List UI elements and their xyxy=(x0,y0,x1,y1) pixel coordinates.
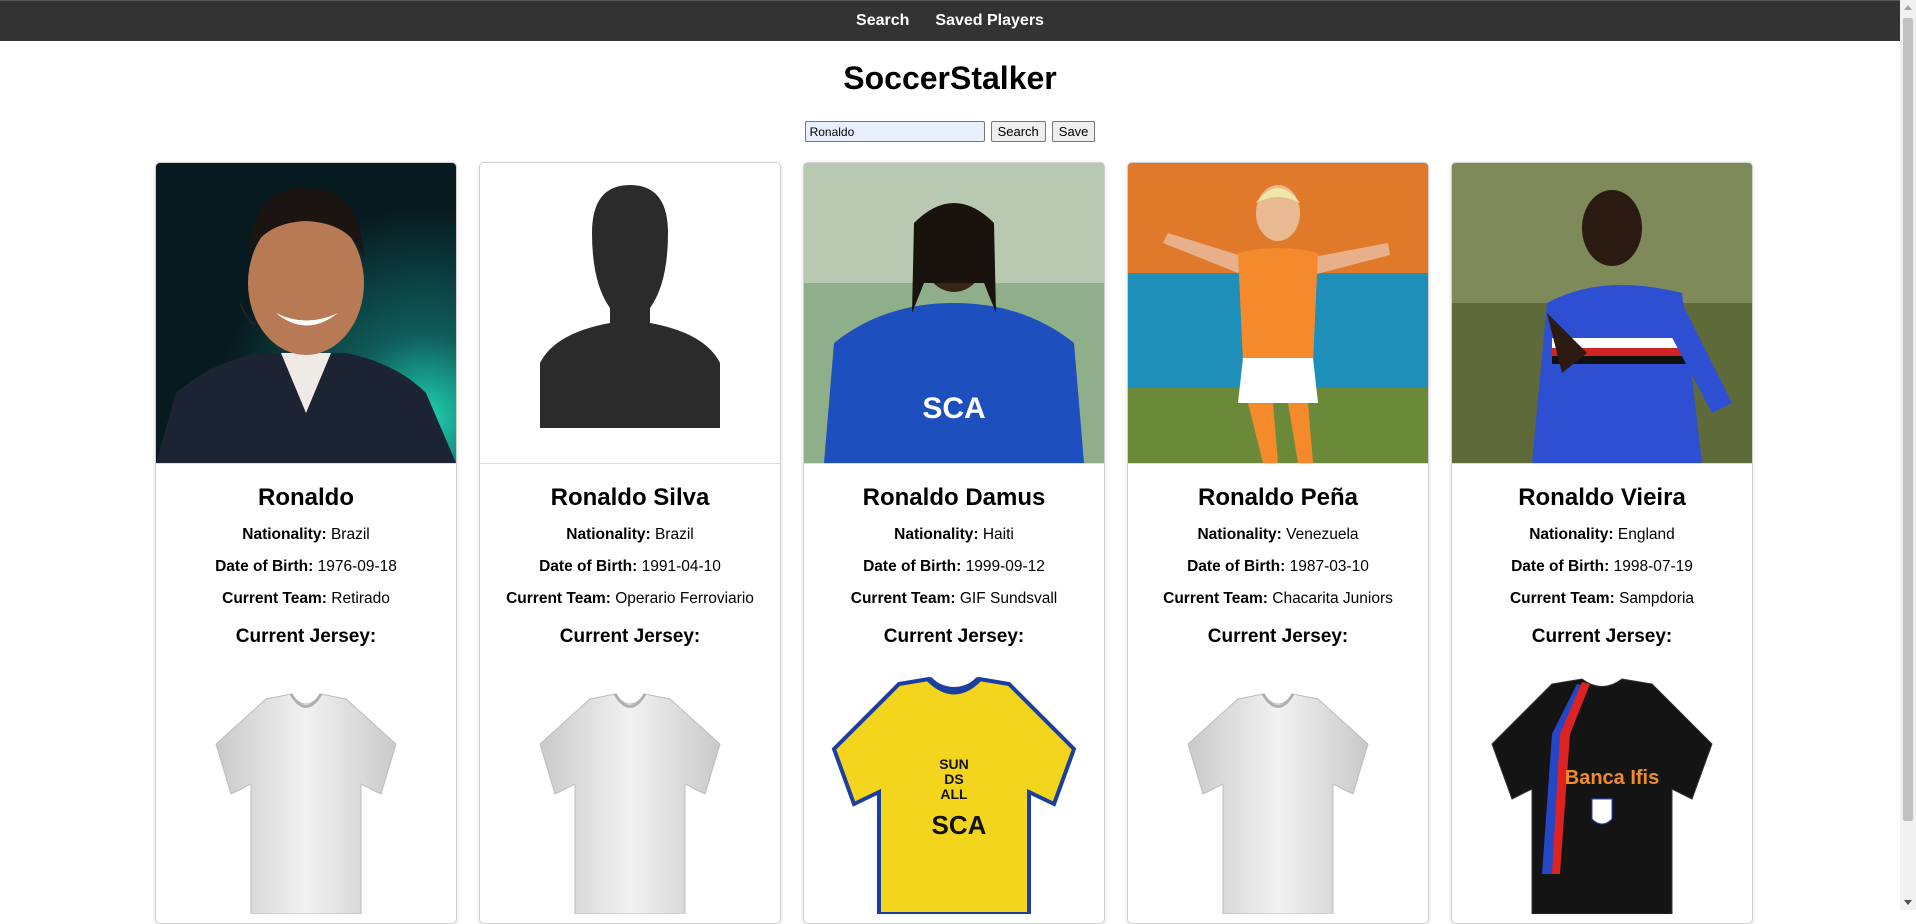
player-photo xyxy=(1128,163,1428,464)
player-card-list: Ronaldo Nationality: Brazil Date of Birt… xyxy=(155,162,1753,924)
team-label: Current Team: xyxy=(506,590,611,607)
player-card: Ronaldo Silva Nationality: Brazil Date o… xyxy=(479,162,781,924)
jersey-text-all: ALL xyxy=(940,786,968,802)
nav-search-link[interactable]: Search xyxy=(856,12,909,30)
nav-saved-players-link[interactable]: Saved Players xyxy=(935,12,1044,30)
nationality-label: Nationality: xyxy=(1529,526,1614,543)
player-card: Ronaldo Vieira Nationality: England Date… xyxy=(1451,162,1753,924)
search-button[interactable]: Search xyxy=(990,121,1046,142)
vertical-scrollbar[interactable] xyxy=(1900,0,1916,910)
nationality-label: Nationality: xyxy=(566,526,651,543)
team-label: Current Team: xyxy=(1163,590,1268,607)
jersey-image: SUN DS ALL SCA xyxy=(804,674,1104,914)
player-nationality: Nationality: Brazil xyxy=(480,526,780,544)
player-dob: Date of Birth: 1987-03-10 xyxy=(1128,558,1428,576)
jersey-text-sca: SCA xyxy=(932,810,987,840)
jersey-heading: Current Jersey: xyxy=(1207,626,1349,647)
dob-label: Date of Birth: xyxy=(863,558,962,575)
player-nationality: Nationality: Haiti xyxy=(804,526,1104,544)
player-nationality: Nationality: Venezuela xyxy=(1128,526,1428,544)
player-photo-placeholder xyxy=(480,163,780,464)
nationality-value: Brazil xyxy=(330,526,370,543)
scroll-down-arrow-icon[interactable] xyxy=(1904,900,1912,905)
jersey-text-sun: SUN xyxy=(939,756,969,772)
jersey-sponsor-text: Banca Ifis xyxy=(1565,767,1659,789)
scrollbar-thumb[interactable] xyxy=(1903,18,1913,821)
player-team: Current Team: Chacarita Juniors xyxy=(1128,590,1428,608)
nationality-value: Venezuela xyxy=(1286,526,1359,543)
dob-label: Date of Birth: xyxy=(215,558,314,575)
dob-value: 1998-07-19 xyxy=(1613,558,1693,575)
dob-label: Date of Birth: xyxy=(539,558,638,575)
player-team: Current Team: Retirado xyxy=(156,590,456,608)
jersey-text-ds: DS xyxy=(944,771,963,787)
team-label: Current Team: xyxy=(222,590,327,607)
player-name: Ronaldo Silva xyxy=(550,484,710,511)
player-dob: Date of Birth: 1991-04-10 xyxy=(480,558,780,576)
nationality-value: England xyxy=(1617,526,1675,543)
player-dob: Date of Birth: 1998-07-19 xyxy=(1452,558,1752,576)
player-card: Ronaldo Nationality: Brazil Date of Birt… xyxy=(155,162,457,924)
nationality-value: Haiti xyxy=(982,526,1014,543)
dob-label: Date of Birth: xyxy=(1511,558,1610,575)
team-label: Current Team: xyxy=(850,590,956,607)
player-nationality: Nationality: England xyxy=(1452,526,1752,544)
dob-value: 1987-03-10 xyxy=(1289,558,1369,575)
team-value: Chacarita Juniors xyxy=(1272,590,1393,607)
nationality-label: Nationality: xyxy=(242,526,327,543)
top-navbar: Search Saved Players xyxy=(0,0,1900,41)
jersey-heading: Current Jersey: xyxy=(235,626,377,647)
player-team: Current Team: Operario Ferroviario xyxy=(480,590,780,608)
team-value: Operario Ferroviario xyxy=(615,590,754,607)
search-input[interactable] xyxy=(804,121,985,142)
player-name: Ronaldo xyxy=(258,484,354,511)
photo-sponsor-text: SCA xyxy=(922,392,985,425)
scroll-up-arrow-icon[interactable] xyxy=(1904,5,1912,10)
dob-value: 1976-09-18 xyxy=(317,558,397,575)
jersey-heading: Current Jersey: xyxy=(1531,626,1673,647)
nationality-label: Nationality: xyxy=(894,526,979,543)
nationality-label: Nationality: xyxy=(1197,526,1282,543)
player-card: SCA Ronaldo Damus Nationality: Haiti Dat… xyxy=(803,162,1105,924)
player-team: Current Team: Sampdoria xyxy=(1452,590,1752,608)
player-photo: SCA xyxy=(804,163,1104,464)
player-name: Ronaldo Peña xyxy=(1197,484,1359,511)
player-photo xyxy=(156,163,456,464)
team-value: GIF Sundsvall xyxy=(959,590,1058,607)
player-dob: Date of Birth: 1976-09-18 xyxy=(156,558,456,576)
jersey-heading: Current Jersey: xyxy=(559,626,701,647)
player-photo xyxy=(1452,163,1752,464)
save-button[interactable]: Save xyxy=(1051,121,1096,142)
player-card: Ronaldo Peña Nationality: Venezuela Date… xyxy=(1127,162,1429,924)
player-name: Ronaldo Damus xyxy=(862,484,1046,511)
jersey-image xyxy=(1128,674,1428,914)
jersey-heading: Current Jersey: xyxy=(883,626,1025,647)
jersey-image xyxy=(156,674,456,914)
team-value: Sampdoria xyxy=(1619,590,1695,607)
dob-label: Date of Birth: xyxy=(1187,558,1286,575)
player-dob: Date of Birth: 1999-09-12 xyxy=(804,558,1104,576)
team-value: Retirado xyxy=(331,590,390,607)
page-title: SoccerStalker xyxy=(843,60,1057,96)
jersey-image xyxy=(480,674,780,914)
dob-value: 1999-09-12 xyxy=(965,558,1045,575)
nationality-value: Brazil xyxy=(654,526,694,543)
player-nationality: Nationality: Brazil xyxy=(156,526,456,544)
player-team: Current Team: GIF Sundsvall xyxy=(804,590,1104,608)
dob-value: 1991-04-10 xyxy=(641,558,721,575)
search-bar: Search Save xyxy=(0,121,1900,142)
jersey-image: Banca Ifis xyxy=(1452,674,1752,914)
player-name: Ronaldo Vieira xyxy=(1518,484,1686,511)
team-label: Current Team: xyxy=(1509,590,1615,607)
